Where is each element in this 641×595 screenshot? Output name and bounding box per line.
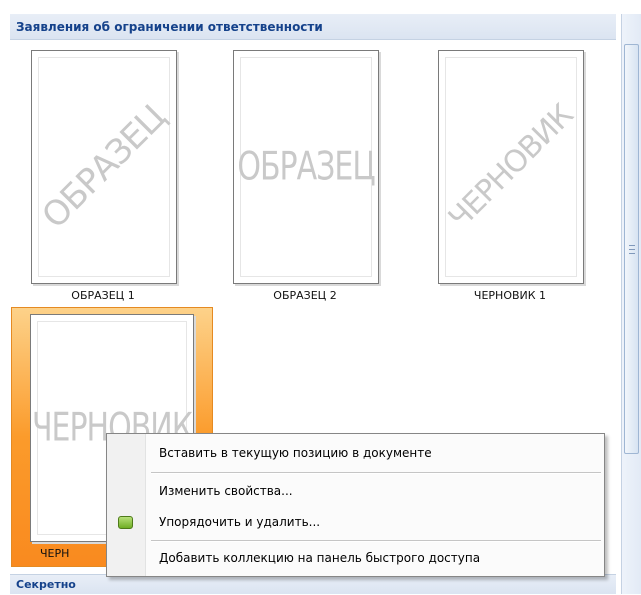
menu-item-label: Изменить свойства...: [159, 484, 293, 498]
menu-separator: [151, 540, 601, 542]
gallery-item-caption: ЧЕРНОВИК 1: [473, 289, 547, 302]
menu-item-add-to-quick-access[interactable]: Добавить коллекцию на панель быстрого до…: [107, 543, 604, 574]
menu-item-label: Добавить коллекцию на панель быстрого до…: [159, 551, 481, 565]
page-thumbnail: ОБРАЗЕЦ: [31, 50, 177, 284]
vertical-scrollbar[interactable]: [621, 14, 641, 594]
gallery-item-caption: ОБРАЗЕЦ 1: [71, 289, 135, 302]
grip-icon: [629, 245, 635, 254]
menu-separator: [151, 472, 601, 474]
section-header-disclaimers: Заявления об ограничении ответственности: [10, 14, 616, 40]
menu-item-organize-delete[interactable]: Упорядочить и удалить...: [107, 507, 604, 538]
menu-item-insert-at-cursor[interactable]: Вставить в текущую позицию в документе: [107, 438, 604, 469]
organizer-icon: [118, 516, 133, 529]
section-header-confidential: Секретно: [10, 574, 616, 594]
gallery-item-sample-1[interactable]: ОБРАЗЕЦ ОБРАЗЕЦ 1: [15, 50, 191, 310]
context-menu: Вставить в текущую позицию в документе И…: [106, 433, 605, 577]
scrollbar-thumb[interactable]: [624, 44, 639, 454]
gallery-item-draft-1[interactable]: ЧЕРНОВИК ЧЕРНОВИК 1: [422, 50, 598, 310]
menu-item-edit-properties[interactable]: Изменить свойства...: [107, 476, 604, 507]
menu-item-label: Упорядочить и удалить...: [159, 515, 321, 529]
gallery-item-caption: ОБРАЗЕЦ 2: [273, 289, 337, 302]
menu-item-label: Вставить в текущую позицию в документе: [159, 446, 432, 460]
page-thumbnail: ЧЕРНОВИК: [438, 50, 584, 284]
gallery-item-sample-2[interactable]: ОБРАЗЕЦ ОБРАЗЕЦ 2: [217, 50, 393, 310]
building-blocks-gallery: Заявления об ограничении ответственности…: [0, 0, 641, 594]
watermark-text: ОБРАЗЕЦ: [237, 144, 375, 190]
page-thumbnail: ОБРАЗЕЦ: [233, 50, 379, 284]
